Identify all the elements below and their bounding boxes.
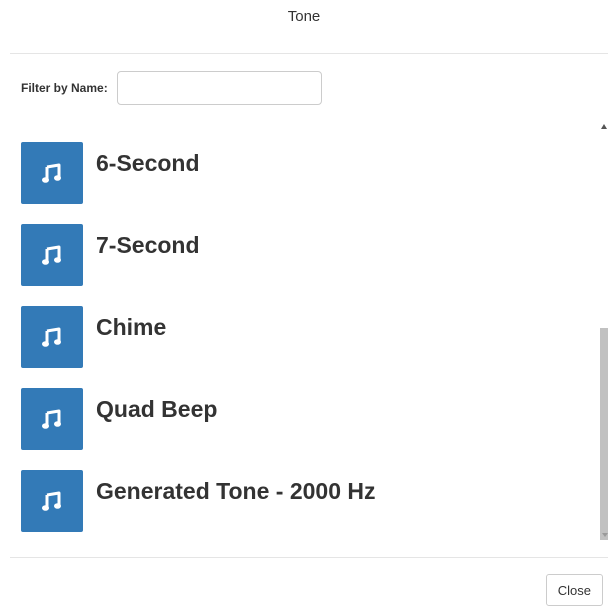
tone-item-quad-beep[interactable]: Quad Beep	[21, 388, 217, 450]
filter-name-input[interactable]	[116, 71, 322, 105]
tone-item-label: 6-Second	[96, 149, 200, 176]
dialog-title: Tone	[287, 8, 321, 25]
scroll-up-arrow-icon[interactable]	[601, 124, 607, 129]
scrollbar-thumb[interactable]	[600, 328, 608, 540]
filter-row: Filter by Name:	[21, 71, 322, 105]
music-note-icon	[21, 388, 83, 450]
dialog-footer: Close	[10, 557, 608, 607]
tone-item-chime[interactable]: Chime	[21, 306, 166, 368]
close-button[interactable]: Close	[545, 574, 603, 606]
tone-dialog: Tone Filter by Name: 6-Second 7-Second C…	[0, 0, 608, 607]
tone-item-label: Chime	[96, 313, 167, 340]
music-note-icon	[21, 224, 83, 286]
scroll-down-arrow-icon[interactable]	[602, 533, 608, 537]
list-scrollbar[interactable]	[600, 120, 608, 550]
tone-item-generated-tone-2000hz[interactable]: Generated Tone - 2000 Hz	[21, 470, 376, 532]
tone-item-7-second[interactable]: 7-Second	[21, 224, 200, 286]
dialog-header: Tone	[10, 0, 608, 54]
music-note-icon	[21, 306, 83, 368]
tone-item-label: 7-Second	[96, 231, 200, 258]
music-note-icon	[21, 470, 83, 532]
tone-list[interactable]: 6-Second 7-Second Chime Quad Beep Genera…	[10, 120, 608, 550]
music-note-icon	[21, 142, 83, 204]
tone-item-label: Generated Tone - 2000 Hz	[96, 477, 376, 504]
tone-item-6-second[interactable]: 6-Second	[21, 142, 200, 204]
filter-label: Filter by Name:	[21, 81, 108, 95]
tone-item-label: Quad Beep	[96, 395, 218, 422]
